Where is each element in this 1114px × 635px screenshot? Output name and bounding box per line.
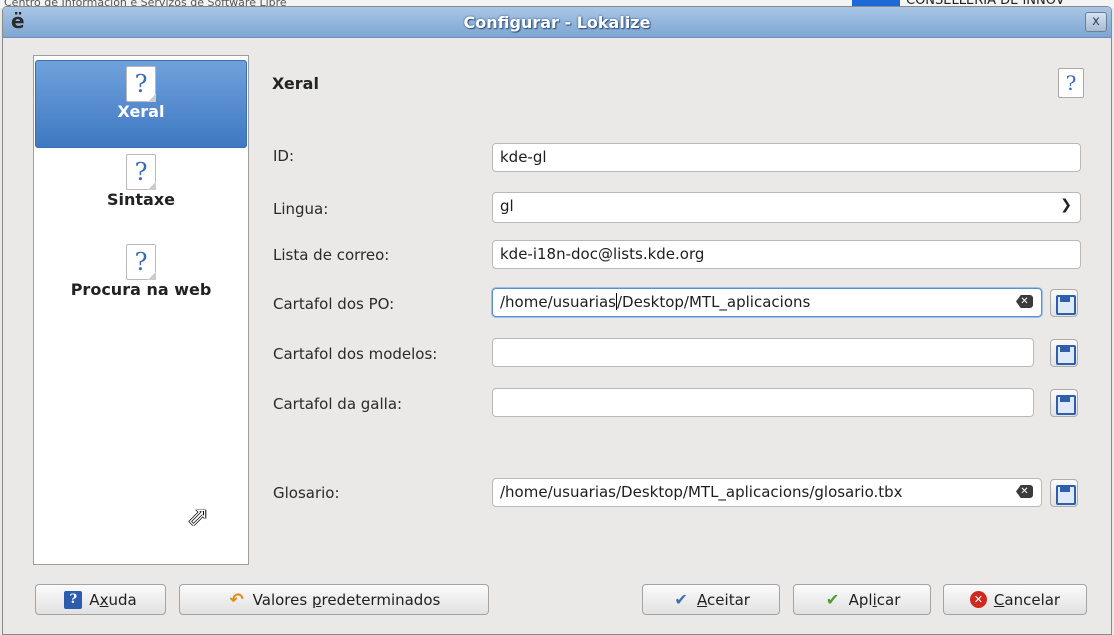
help-button[interactable]: ? Axuda — [35, 584, 166, 615]
glossary-field[interactable]: /home/usuarias/Desktop/MTL_aplicacions/g… — [492, 478, 1042, 507]
mailing-list-value: kde-i18n-doc@lists.kde.org — [500, 245, 705, 263]
glossary-label: Glosario: — [273, 484, 340, 502]
glossary-browse-button[interactable] — [1050, 479, 1078, 507]
id-label: ID: — [273, 147, 295, 165]
apply-button[interactable]: ✔ Aplicar — [793, 584, 931, 615]
help-page-icon: ? — [126, 244, 156, 280]
branch-folder-field[interactable] — [492, 388, 1034, 417]
check-icon: ✔ — [674, 589, 688, 609]
clear-text-icon[interactable]: ✕ — [1016, 485, 1033, 498]
sidebar-item-xeral[interactable]: ? Xeral — [35, 60, 247, 148]
id-value: kde-gl — [500, 148, 547, 166]
id-field[interactable]: kde-gl — [492, 143, 1081, 172]
help-book-icon: ? — [64, 590, 83, 609]
sidebar-item-label: Xeral — [117, 102, 165, 121]
language-value: gl — [500, 197, 514, 215]
ok-button-label: Aceitar — [697, 590, 750, 609]
mouse-pointer-icon: ⬀ — [187, 502, 209, 532]
po-folder-value-end: /Desktop/MTL_aplicacions — [617, 293, 811, 311]
defaults-button-label: Valores predeterminados — [252, 590, 441, 609]
help-page-icon: ? — [126, 154, 156, 190]
cancel-button-label: Cancelar — [993, 590, 1061, 609]
language-label: Lingua: — [273, 200, 329, 218]
mailing-list-label: Lista de correo: — [273, 246, 390, 264]
apply-button-label: Aplicar — [848, 590, 901, 609]
close-icon: x — [1092, 14, 1100, 29]
glossary-value: /home/usuarias/Desktop/MTL_aplicacions/g… — [500, 483, 903, 501]
cancel-icon: ✕ — [969, 591, 987, 608]
sidebar-item-label: Sintaxe — [106, 190, 175, 209]
templates-folder-field[interactable] — [492, 338, 1034, 367]
window-title: Configurar - Lokalize — [463, 13, 651, 32]
cancel-button[interactable]: ✕ Cancelar — [943, 584, 1087, 615]
reset-icon: ↶ — [229, 589, 244, 610]
branch-folder-label: Cartafol da galla: — [273, 395, 403, 413]
templates-folder-label: Cartafol dos modelos: — [273, 345, 438, 363]
sidebar-page-list: ? Xeral ? Sintaxe ? Procura na web — [33, 55, 249, 565]
help-page-icon: ? — [126, 66, 156, 102]
po-folder-label: Cartafol dos PO: — [273, 295, 395, 313]
ok-button[interactable]: ✔ Aceitar — [642, 584, 780, 615]
sidebar-item-sintaxe[interactable]: ? Sintaxe — [35, 154, 247, 234]
chevron-down-icon: ❯ — [1060, 197, 1072, 213]
close-button[interactable]: x — [1085, 12, 1107, 32]
title-bar[interactable]: ë Configurar - Lokalize x — [3, 7, 1111, 38]
sidebar-item-procura-na-web[interactable]: ? Procura na web — [35, 244, 247, 324]
apply-check-icon: ✔ — [825, 589, 840, 609]
help-button-label: Axuda — [89, 590, 137, 609]
whats-this-help-icon[interactable]: ? — [1058, 68, 1084, 98]
clear-text-icon[interactable]: ✕ — [1016, 295, 1033, 308]
sidebar-item-label: Procura na web — [70, 280, 212, 299]
po-folder-field[interactable]: /home/usuarias/Desktop/MTL_aplicacions ✕ — [492, 288, 1042, 317]
po-folder-browse-button[interactable] — [1050, 289, 1078, 317]
templates-folder-browse-button[interactable] — [1050, 339, 1078, 367]
defaults-button[interactable]: ↶ Valores predeterminados — [179, 584, 489, 615]
po-folder-value-start: /home/usuarias — [500, 293, 616, 311]
language-select[interactable]: gl ❯ — [492, 192, 1081, 223]
mailing-list-field[interactable]: kde-i18n-doc@lists.kde.org — [492, 240, 1081, 269]
page-title: Xeral — [272, 74, 319, 93]
branch-folder-browse-button[interactable] — [1050, 389, 1078, 417]
